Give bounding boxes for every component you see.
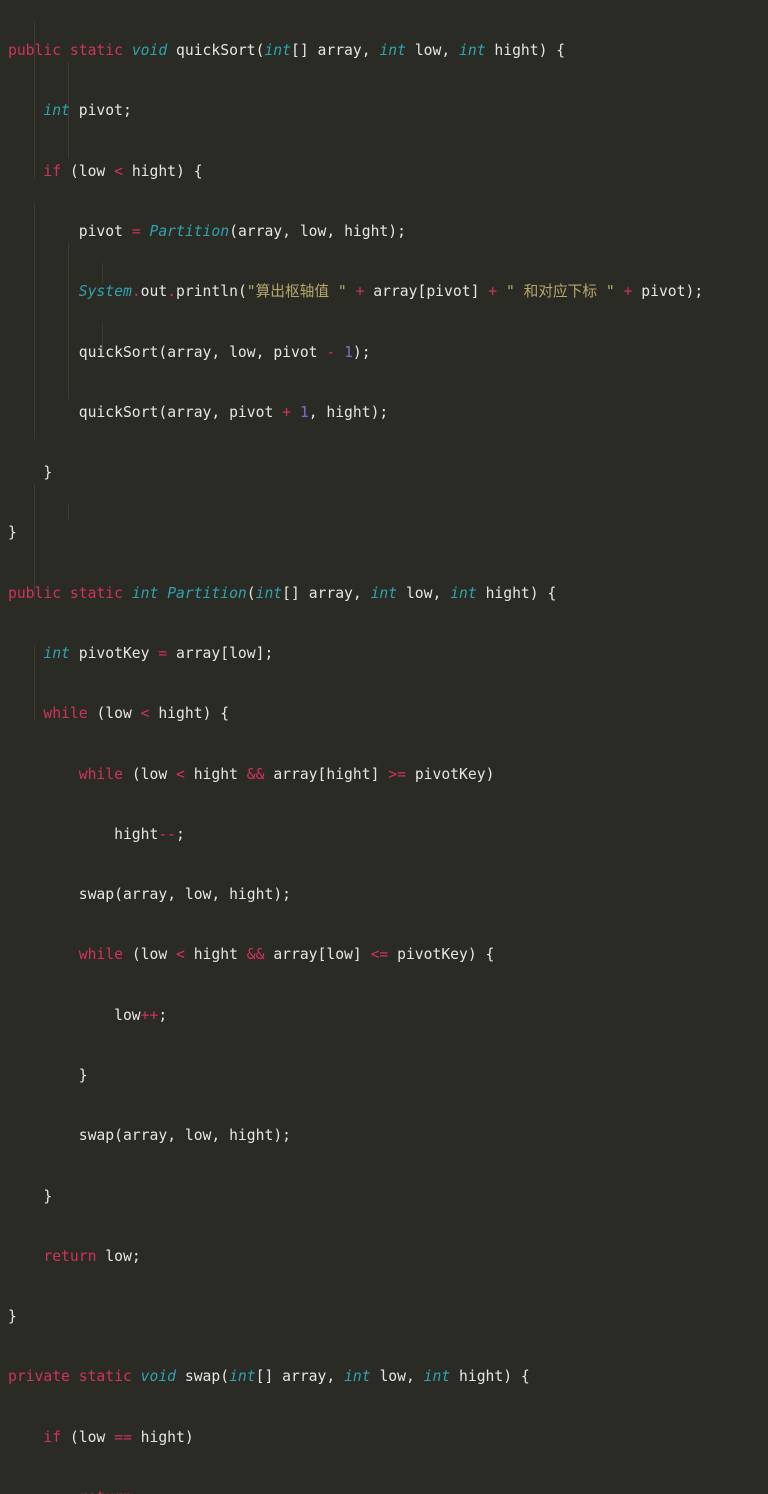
code-line[interactable]: quickSort(array, pivot + 1, hight); xyxy=(8,403,703,423)
code-line[interactable]: quickSort(array, low, pivot - 1); xyxy=(8,343,703,363)
code-editor[interactable]: public static void quickSort(int[] array… xyxy=(0,0,768,1494)
code-line[interactable]: low++; xyxy=(8,1006,703,1026)
code-line[interactable]: private static void swap(int[] array, in… xyxy=(8,1367,703,1387)
code-line[interactable]: return; xyxy=(8,1488,703,1494)
code-content[interactable]: public static void quickSort(int[] array… xyxy=(0,0,703,1494)
code-line[interactable]: return low; xyxy=(8,1247,703,1267)
code-line[interactable]: if (low < hight) { xyxy=(8,162,703,182)
code-line[interactable]: swap(array, low, hight); xyxy=(8,1126,703,1146)
code-line[interactable]: } xyxy=(8,1187,703,1207)
code-line[interactable]: public static int Partition(int[] array,… xyxy=(8,584,703,604)
code-line[interactable]: hight--; xyxy=(8,825,703,845)
code-line[interactable]: } xyxy=(8,1307,703,1327)
code-line[interactable]: pivot = Partition(array, low, hight); xyxy=(8,222,703,242)
code-line[interactable]: } xyxy=(8,1066,703,1086)
code-line[interactable]: int pivotKey = array[low]; xyxy=(8,644,703,664)
code-line[interactable]: int pivot; xyxy=(8,101,703,121)
code-line[interactable]: if (low == hight) xyxy=(8,1428,703,1448)
code-line[interactable]: while (low < hight) { xyxy=(8,704,703,724)
code-line[interactable]: while (low < hight && array[hight] >= pi… xyxy=(8,765,703,785)
code-line[interactable]: swap(array, low, hight); xyxy=(8,885,703,905)
code-line[interactable]: System.out.println("算出枢轴值 " + array[pivo… xyxy=(8,282,703,302)
code-line[interactable]: } xyxy=(8,463,703,483)
code-line[interactable]: while (low < hight && array[low] <= pivo… xyxy=(8,945,703,965)
code-line[interactable]: public static void quickSort(int[] array… xyxy=(8,41,703,61)
code-line[interactable]: } xyxy=(8,523,703,543)
